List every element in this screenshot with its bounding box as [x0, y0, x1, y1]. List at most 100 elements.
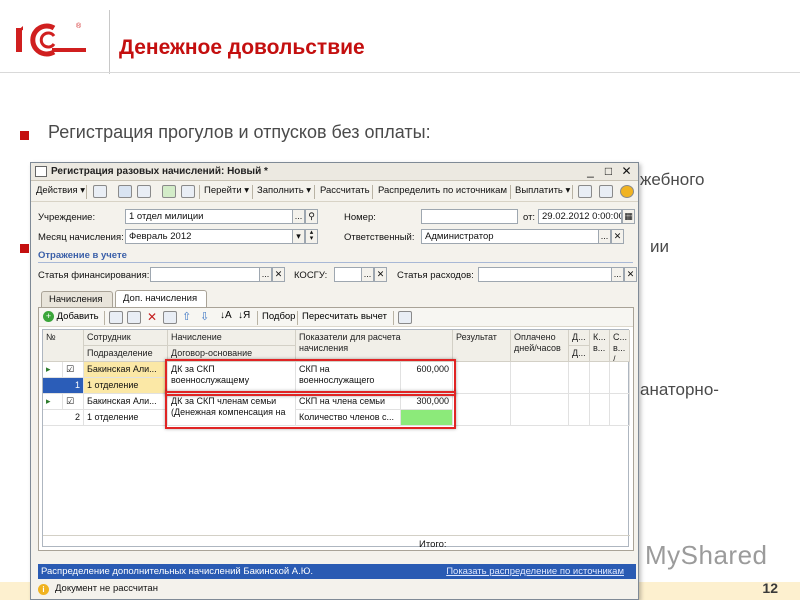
responsible-label: Ответственный: [344, 232, 415, 243]
toolbar-separator [572, 185, 573, 199]
col-d1-header[interactable]: Д... [569, 330, 590, 346]
row-s-cell[interactable] [610, 362, 630, 394]
grid-toolbar: + Добавить ✕ ⇧ ⇩ ↓A ↓Я Подбор Пересчитат… [39, 308, 633, 327]
move-up-icon[interactable]: ⇧ [182, 310, 191, 323]
sort-asc-icon[interactable]: ↓A [220, 310, 232, 321]
col-result-header[interactable]: Результат [453, 330, 511, 362]
calculate-button[interactable]: Рассчитать [320, 185, 370, 196]
pick-button[interactable]: Подбор [262, 311, 295, 322]
tab-accruals[interactable]: Начисления [41, 291, 113, 307]
accruals-grid[interactable]: № Сотрудник Подразделение Начисление Дог… [42, 329, 630, 550]
row-result[interactable] [453, 394, 511, 426]
kosgu-select-button[interactable]: ... [361, 267, 374, 282]
document-window: Регистрация разовых начислений: Новый * … [30, 162, 639, 600]
structure-icon[interactable] [181, 185, 195, 198]
copy-row-icon[interactable] [109, 311, 123, 324]
institution-label: Учреждение: [38, 212, 96, 223]
funding-clear-button[interactable]: ✕ [272, 267, 285, 282]
sort-desc-icon[interactable]: ↓Я [238, 310, 250, 321]
row-result[interactable] [453, 362, 511, 394]
institution-open-icon[interactable]: ⚲ [305, 209, 318, 224]
table-row[interactable]: Бакинская Али... [84, 362, 168, 378]
peek-text: жебного [640, 170, 705, 189]
row-d-cell[interactable] [569, 362, 590, 394]
row-k-cell[interactable] [590, 394, 610, 426]
list-icon[interactable] [578, 185, 592, 198]
row-department[interactable]: 1 отделение [84, 410, 168, 426]
kosgu-clear-button[interactable]: ✕ [374, 267, 387, 282]
check-list-icon[interactable] [599, 185, 613, 198]
month-label: Месяц начисления: [38, 232, 124, 243]
row-number[interactable]: 2 [43, 410, 84, 426]
funding-field[interactable] [150, 267, 260, 282]
col-k-header[interactable]: К... в... [590, 330, 610, 362]
col-employee-header[interactable]: Сотрудник [84, 330, 168, 346]
page-number: 12 [762, 580, 778, 596]
end-edit-icon[interactable] [163, 311, 177, 324]
row-department[interactable]: 1 отделение [84, 378, 168, 394]
kosgu-field[interactable] [334, 267, 362, 282]
month-stepper[interactable]: ▴ ▾ [305, 229, 318, 244]
slide-title: Денежное довольствие [119, 36, 365, 59]
help-icon[interactable] [620, 185, 634, 198]
delete-icon[interactable]: ✕ [147, 310, 157, 324]
tab-additional-accruals[interactable]: Доп. начисления [115, 290, 207, 307]
month-dropdown-button[interactable]: ▾ [292, 229, 305, 244]
actions-menu[interactable]: Действия ▾ [36, 185, 85, 196]
col-department-header[interactable]: Подразделение [84, 346, 168, 362]
expense-field[interactable] [478, 267, 612, 282]
row-checkbox[interactable]: ☑ [63, 362, 84, 378]
goto-menu[interactable]: Перейти ▾ [204, 185, 249, 196]
row-checkbox[interactable]: ☑ [63, 394, 84, 410]
date-field[interactable]: 29.02.2012 0:00:00 [538, 209, 622, 224]
toolbar-separator [372, 185, 373, 199]
month-field[interactable]: Февраль 2012 [125, 229, 293, 244]
minimize-button[interactable]: _ [583, 164, 598, 179]
bullet-marker [20, 131, 29, 140]
institution-field[interactable]: 1 отдел милиции [125, 209, 293, 224]
save-icon[interactable] [118, 185, 132, 198]
responsible-clear-button[interactable]: ✕ [611, 229, 624, 244]
row-s-cell[interactable] [610, 394, 630, 426]
edit-icon[interactable] [127, 311, 141, 324]
tab-panel: + Добавить ✕ ⇧ ⇩ ↓A ↓Я Подбор Пересчитат… [38, 307, 634, 551]
accounting-section-title: Отражение в учете [38, 250, 127, 261]
expense-select-button[interactable]: ... [611, 267, 624, 282]
add-label: Добавить [56, 311, 99, 322]
col-paid-days-header[interactable]: Оплачено дней/часов [511, 330, 569, 362]
expense-clear-button[interactable]: ✕ [624, 267, 637, 282]
goto-label: Перейти [204, 185, 242, 196]
show-distribution-link[interactable]: Показать распределение по источникам [446, 566, 624, 577]
date-label: от: [523, 212, 536, 223]
responsible-select-button[interactable]: ... [598, 229, 611, 244]
number-field[interactable] [421, 209, 518, 224]
table-row[interactable]: Бакинская Али... [84, 394, 168, 410]
institution-select-button[interactable]: ... [292, 209, 305, 224]
row-k-cell[interactable] [590, 362, 610, 394]
col-s-header[interactable]: С... в... / [610, 330, 630, 362]
maximize-button[interactable]: □ [601, 164, 616, 179]
recalc-deduction-button[interactable]: Пересчитать вычет [302, 311, 387, 322]
calendar-icon[interactable]: ▦ [622, 209, 635, 224]
col-indicators-header[interactable]: Показатели для расчета начисления [296, 330, 453, 362]
pay-menu[interactable]: Выплатить ▾ [515, 185, 570, 196]
col-num-header[interactable]: № [43, 330, 84, 362]
row-paid-days[interactable] [511, 362, 569, 394]
row-paid-days[interactable] [511, 394, 569, 426]
close-button[interactable]: ✕ [619, 164, 634, 179]
distribution-bar: Распределение дополнительных начислений … [38, 564, 636, 579]
doc-icon[interactable] [93, 185, 107, 198]
funding-select-button[interactable]: ... [259, 267, 272, 282]
copy-icon[interactable] [137, 185, 151, 198]
distribute-button[interactable]: Распределить по источникам [378, 185, 507, 196]
move-down-icon[interactable]: ⇩ [200, 310, 209, 323]
post-icon[interactable] [162, 185, 176, 198]
col-accrual-header[interactable]: Начисление [168, 330, 296, 346]
responsible-field[interactable]: Администратор [421, 229, 599, 244]
col-d2-header[interactable]: Д... [569, 346, 590, 362]
fill-menu[interactable]: Заполнить ▾ [257, 185, 311, 196]
row-number[interactable]: 1 [43, 378, 84, 394]
table-settings-icon[interactable] [398, 311, 412, 324]
row-d-cell[interactable] [569, 394, 590, 426]
add-button[interactable]: + Добавить [43, 311, 99, 322]
